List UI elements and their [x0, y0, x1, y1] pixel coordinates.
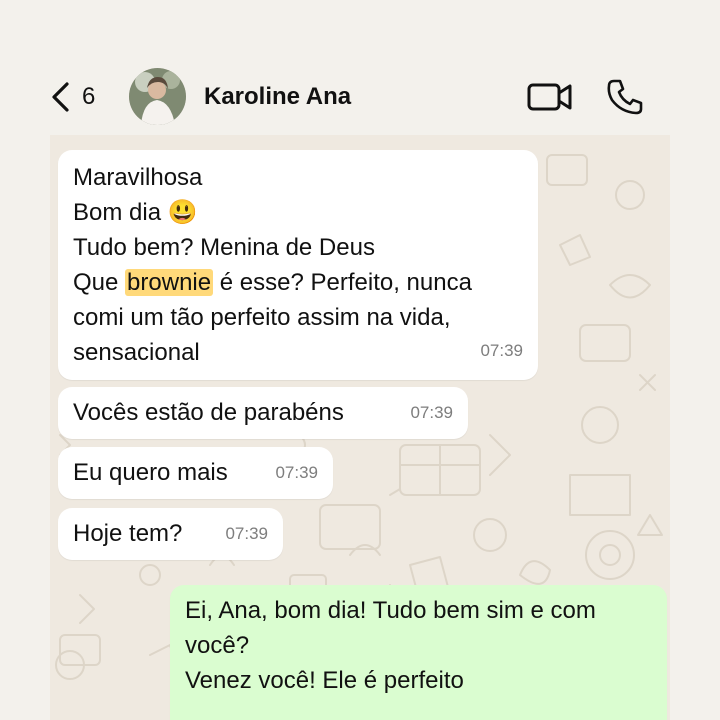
- message-timestamp: 07:39: [225, 524, 268, 543]
- avatar-image: [129, 68, 186, 125]
- phone-icon: [607, 79, 643, 115]
- highlighted-word: brownie: [125, 269, 214, 296]
- chevron-left-icon: [52, 82, 69, 112]
- avatar[interactable]: [129, 68, 186, 125]
- back-button[interactable]: 6: [50, 82, 95, 112]
- chat-header: 6 Karoline Ana: [0, 0, 720, 135]
- message-text-line: Bom dia 😃: [73, 199, 198, 226]
- contact-name[interactable]: Karoline Ana: [204, 83, 351, 111]
- message-text: comi um tão perfeito assim na vida,: [73, 304, 451, 331]
- message-text: Tudo bem? Menina de Deus: [73, 234, 375, 261]
- video-call-button[interactable]: [527, 80, 573, 114]
- voice-call-button[interactable]: [605, 78, 645, 116]
- message-bubble-incoming[interactable]: Hoje tem? 07:39: [58, 508, 283, 560]
- message-text-line: Que brownie é esse? Perfeito, nunca: [73, 269, 472, 296]
- message-bubble-outgoing[interactable]: Ei, Ana, bom dia! Tudo bem sim e com voc…: [170, 585, 667, 720]
- message-timestamp: 07:39: [275, 463, 318, 482]
- message-text: você?: [185, 632, 250, 659]
- chat-area[interactable]: Maravilhosa Bom dia 😃 Tudo bem? Menina d…: [50, 135, 670, 720]
- grinning-face-emoji: 😃: [167, 199, 198, 226]
- message-timestamp: 07:39: [480, 341, 523, 360]
- message-text: Vocês estão de parabéns: [73, 399, 344, 426]
- message-text: Ei, Ana, bom dia! Tudo bem sim e com: [185, 597, 596, 624]
- message-text: Venez você! Ele é perfeito: [185, 667, 464, 694]
- video-call-icon: [527, 83, 572, 111]
- message-bubble-incoming[interactable]: Eu quero mais 07:39: [58, 447, 333, 499]
- message-text: Maravilhosa: [73, 164, 203, 191]
- message-bubble-incoming[interactable]: Maravilhosa Bom dia 😃 Tudo bem? Menina d…: [58, 150, 538, 380]
- unread-count: 6: [82, 83, 96, 110]
- message-timestamp: 07:39: [410, 403, 453, 422]
- message-text: sensacional: [73, 339, 200, 366]
- message-bubble-incoming[interactable]: Vocês estão de parabéns 07:39: [58, 387, 468, 439]
